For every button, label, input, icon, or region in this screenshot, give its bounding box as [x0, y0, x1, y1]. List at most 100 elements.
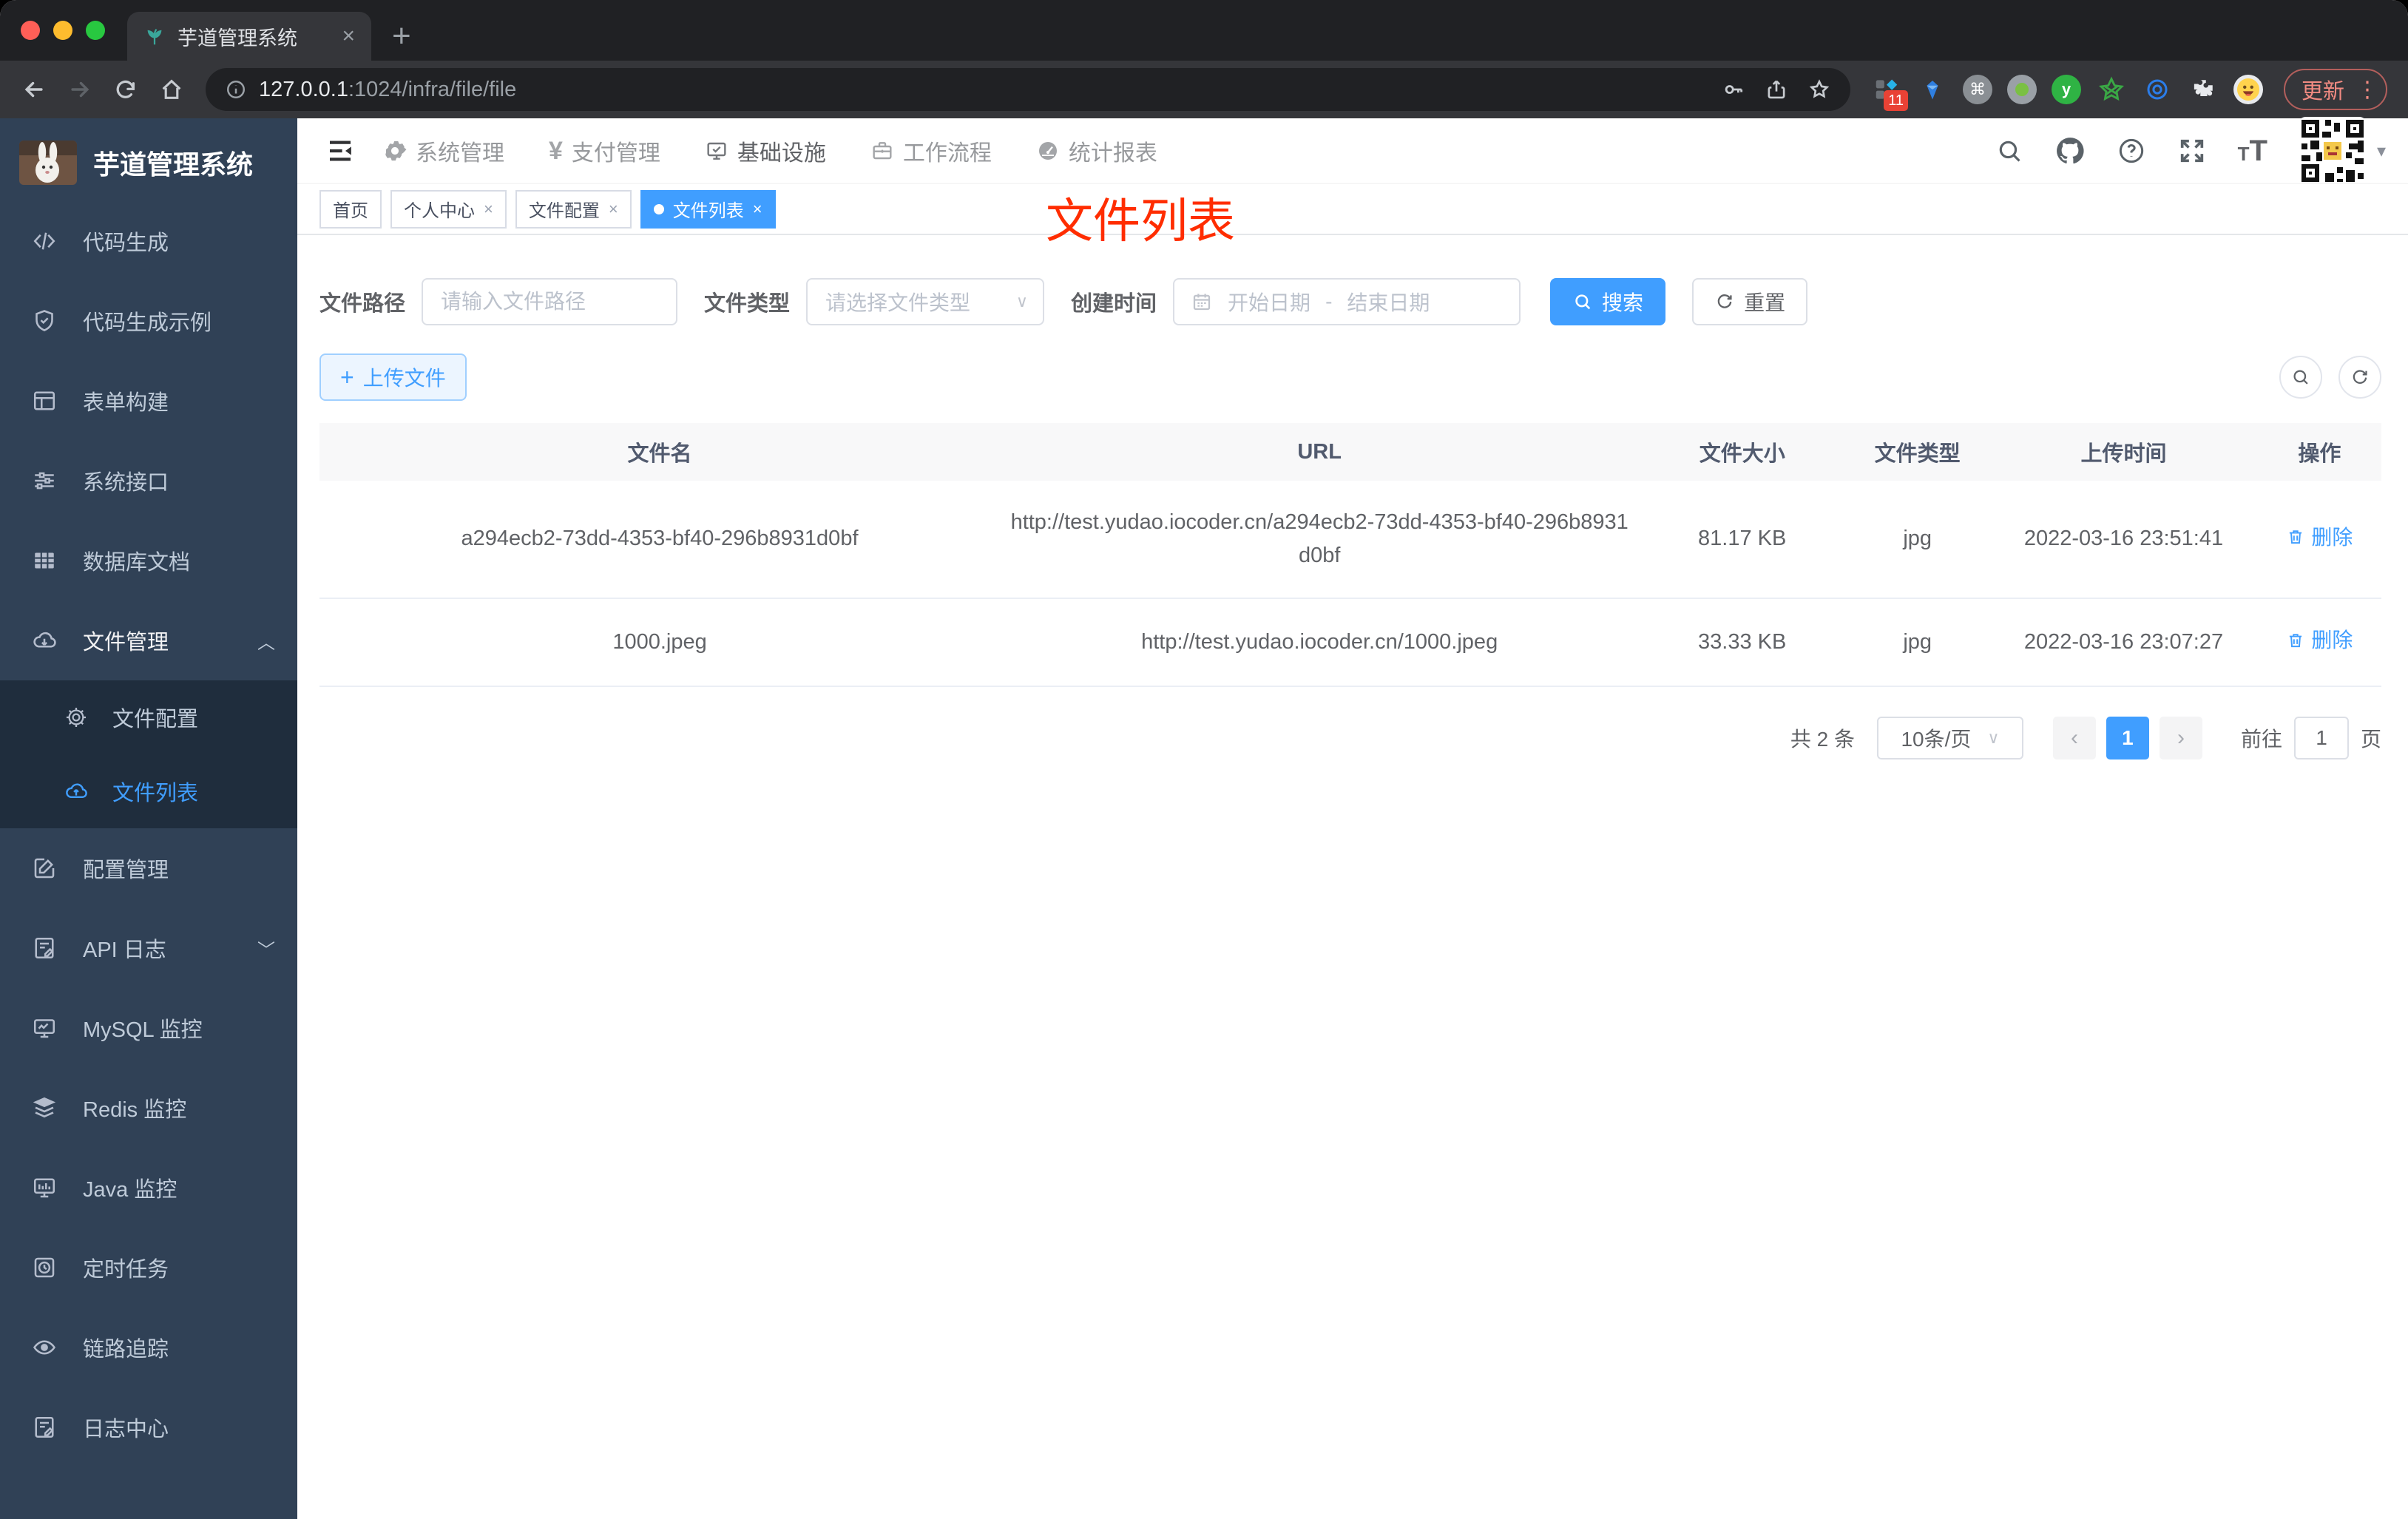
extension-command-icon[interactable]: ⌘	[1962, 75, 1992, 104]
reset-button[interactable]: 重置	[1692, 278, 1808, 325]
sidebar-item-tracing[interactable]: 链路追踪	[0, 1307, 297, 1387]
browser-menu-kebab-icon[interactable]: ⋮	[2356, 77, 2378, 103]
extension-gem-icon[interactable]	[1917, 74, 1948, 105]
sidebar-item-code-gen-example[interactable]: 代码生成示例	[0, 281, 297, 361]
page-1-button[interactable]: 1	[2106, 716, 2149, 760]
reload-icon[interactable]	[105, 69, 146, 110]
fullscreen-icon[interactable]	[2177, 136, 2207, 166]
file-path-label: 文件路径	[319, 292, 406, 316]
sidebar-item-log-center[interactable]: 日志中心	[0, 1387, 297, 1467]
font-size-icon[interactable]: TT	[2238, 135, 2267, 168]
upload-file-button[interactable]: + 上传文件	[319, 353, 467, 401]
show-search-icon[interactable]	[2279, 356, 2322, 399]
password-key-icon[interactable]	[1722, 78, 1745, 101]
minimize-window-button[interactable]	[53, 21, 72, 40]
trash-icon	[2290, 633, 2302, 647]
refresh-table-icon[interactable]	[2338, 356, 2381, 399]
col-upload-time: 上传时间	[1989, 423, 2258, 481]
sidebar-item-file-list[interactable]: 文件列表	[0, 754, 297, 828]
sidebar-submenu-file: 文件配置 文件列表	[0, 680, 297, 828]
sidebar-item-api-log[interactable]: API 日志 ﹀	[0, 908, 297, 988]
delete-button[interactable]: 删除	[2286, 624, 2353, 656]
next-page-button[interactable]: ›	[2159, 716, 2202, 760]
tab-close-icon[interactable]: ×	[342, 24, 355, 49]
forward-icon[interactable]	[59, 69, 101, 110]
topnav-workflow[interactable]: 工作流程	[870, 135, 992, 167]
file-path-input[interactable]	[441, 290, 659, 314]
delete-button[interactable]: 删除	[2286, 521, 2353, 553]
site-info-icon[interactable]	[225, 78, 247, 101]
user-menu[interactable]: ▾	[2298, 117, 2386, 185]
page-size-select[interactable]: 10条/页 ∨	[1876, 716, 2023, 760]
chevron-down-icon: ∨	[1987, 728, 2000, 747]
topnav-infrastructure[interactable]: 基础设施	[705, 135, 826, 167]
date-end-placeholder[interactable]: 结束日期	[1347, 287, 1430, 317]
back-icon[interactable]	[13, 69, 55, 110]
sidebar-item-scheduled-tasks[interactable]: 定时任务	[0, 1228, 297, 1307]
tag-label: 首页	[333, 201, 368, 221]
tag-close-icon[interactable]: ×	[609, 200, 618, 219]
sidebar-item-label: 文件配置	[112, 708, 199, 731]
new-tab-button[interactable]: +	[392, 12, 411, 61]
chrome-update-button[interactable]: 更新 ⋮	[2283, 69, 2387, 110]
sidebar-item-redis-monitor[interactable]: Redis 监控	[0, 1068, 297, 1148]
bookmark-star-icon[interactable]	[1807, 78, 1831, 101]
tag-file-config[interactable]: 文件配置 ×	[515, 189, 632, 229]
delete-label: 删除	[2311, 525, 2353, 549]
goto-page-input[interactable]	[2293, 716, 2349, 760]
share-icon[interactable]	[1765, 78, 1788, 101]
app-title: 芋道管理系统	[93, 149, 254, 180]
close-window-button[interactable]	[21, 21, 40, 40]
tag-profile[interactable]: 个人中心 ×	[390, 189, 507, 229]
topnav-system-manage[interactable]: 系统管理	[383, 135, 504, 167]
home-icon[interactable]	[151, 69, 192, 110]
pagination: 共 2 条 10条/页 ∨ ‹ 1 › 前往 页	[319, 716, 2381, 760]
calendar-icon	[1191, 291, 1213, 313]
extension-y-icon[interactable]: y	[2051, 75, 2081, 104]
sidebar-item-system-api[interactable]: 系统接口	[0, 441, 297, 521]
search-icon[interactable]	[1995, 137, 2023, 165]
extension-star-icon[interactable]	[2096, 74, 2127, 105]
extension-record-icon[interactable]	[2006, 75, 2037, 104]
sidebar-item-file-manage[interactable]: 文件管理 ︿	[0, 601, 297, 680]
extension-rings-icon[interactable]	[2142, 74, 2173, 105]
sidebar-item-mysql-monitor[interactable]: MySQL 监控	[0, 988, 297, 1068]
file-type-select[interactable]: 请选择文件类型 ∨	[806, 278, 1045, 325]
tags-view: 首页 个人中心 × 文件配置 × 文件列表 ×	[297, 183, 2408, 235]
topnav-report[interactable]: 统计报表	[1036, 135, 1157, 167]
tag-home[interactable]: 首页	[319, 189, 382, 229]
date-start-placeholder[interactable]: 开始日期	[1228, 287, 1310, 317]
zoom-window-button[interactable]	[86, 21, 105, 40]
date-range-picker[interactable]: 开始日期 - 结束日期	[1173, 278, 1521, 325]
green-dot	[2015, 83, 2029, 96]
extensions-puzzle-icon[interactable]	[2188, 74, 2219, 105]
sidebar-item-config-manage[interactable]: 配置管理	[0, 828, 297, 908]
profile-emoji-icon[interactable]	[2233, 75, 2263, 104]
eye-icon	[31, 1334, 58, 1361]
sidebar-item-form-builder[interactable]: 表单构建	[0, 361, 297, 441]
search-icon	[1572, 291, 1593, 312]
extension-grid-icon[interactable]: 11	[1871, 74, 1908, 111]
table-row: 1000.jpeg http://test.yudao.iocoder.cn/1…	[319, 598, 2381, 687]
tag-close-icon[interactable]: ×	[484, 200, 493, 219]
sidebar-item-java-monitor[interactable]: Java 监控	[0, 1148, 297, 1228]
logo-rabbit-image	[19, 141, 77, 185]
browser-tab[interactable]: 芋道管理系统 ×	[127, 12, 371, 61]
sidebar-item-code-gen[interactable]: 代码生成	[0, 201, 297, 281]
sidebar-item-file-config[interactable]: 文件配置	[0, 680, 297, 754]
help-icon[interactable]	[2117, 136, 2146, 166]
tag-file-list[interactable]: 文件列表 ×	[640, 189, 776, 229]
plus-icon: +	[340, 364, 354, 390]
prev-page-button[interactable]: ‹	[2052, 716, 2096, 760]
filter-form: 文件路径 文件类型 请选择文件类型 ∨ 创建时间 开始日期 - 结束日期	[319, 278, 2381, 325]
github-icon[interactable]	[2054, 135, 2086, 166]
sidebar-item-db-doc[interactable]: 数据库文档	[0, 521, 297, 601]
sidebar-item-label: 文件列表	[112, 782, 199, 805]
url-bar[interactable]: 127.0.0.1:1024/infra/file/file	[206, 68, 1850, 111]
sidebar-collapse-icon[interactable]	[319, 130, 361, 172]
logo-row[interactable]: 芋道管理系统	[0, 118, 297, 201]
search-button[interactable]: 搜索	[1550, 278, 1666, 325]
tag-close-icon[interactable]: ×	[753, 200, 762, 219]
topnav-pay-manage[interactable]: ¥ 支付管理	[549, 135, 660, 167]
browser-toolbar: 127.0.0.1:1024/infra/file/file 11 ⌘ y 更新…	[0, 61, 2408, 118]
